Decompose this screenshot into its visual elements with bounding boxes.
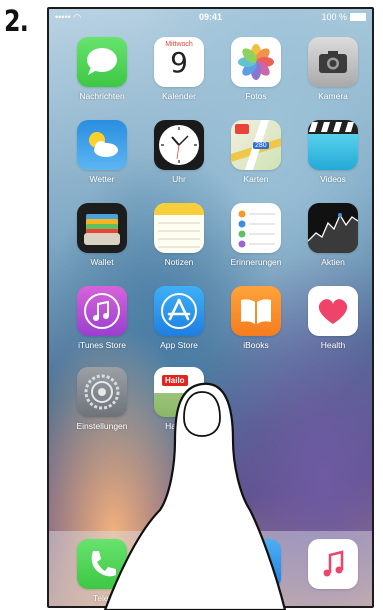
app-label: Kamera	[318, 91, 348, 101]
finger-tap-illustration	[103, 382, 287, 610]
weather-icon	[77, 120, 127, 170]
app-app-store[interactable]: App Store	[141, 286, 217, 350]
calendar-icon: Mittwoch 9	[154, 37, 204, 87]
app-wallet[interactable]: Wallet	[64, 203, 140, 267]
status-bar: ••••• ◠ 09:41 100 %	[49, 9, 372, 27]
notes-icon	[154, 203, 204, 253]
photos-icon	[231, 37, 281, 87]
app-erinnerungen[interactable]: Erinnerungen	[218, 203, 294, 267]
app-label: Health	[320, 340, 346, 350]
app-karten[interactable]: 280 Karten	[218, 120, 294, 184]
app-health[interactable]: Health	[295, 286, 371, 350]
app-label: Erinnerungen	[230, 257, 282, 267]
app-uhr[interactable]: Uhr	[141, 120, 217, 184]
app-label: Fotos	[245, 91, 267, 101]
app-label: Notizen	[164, 257, 194, 267]
app-label: Wallet	[90, 257, 114, 267]
app-nachrichten[interactable]: Nachrichten	[64, 37, 140, 101]
app-store-icon	[154, 286, 204, 336]
app-label: Karten	[243, 174, 269, 184]
camera-icon	[308, 37, 358, 87]
stocks-icon	[308, 203, 358, 253]
ibooks-icon	[231, 286, 281, 336]
app-wetter[interactable]: Wetter	[64, 120, 140, 184]
clock-icon	[154, 120, 204, 170]
app-label: Wetter	[89, 174, 115, 184]
battery-percent: 100 %	[321, 12, 347, 22]
app-notizen[interactable]: Notizen	[141, 203, 217, 267]
app-kalender[interactable]: Mittwoch 9 Kalender	[141, 37, 217, 101]
battery-icon	[350, 13, 366, 21]
app-label: Nachrichten	[79, 91, 125, 101]
fingernail-shape	[183, 391, 221, 437]
wallet-icon	[77, 203, 127, 253]
app-kamera[interactable]: Kamera	[295, 37, 371, 101]
app-label: Aktien	[321, 257, 345, 267]
health-icon	[308, 286, 358, 336]
app-ibooks[interactable]: iBooks	[218, 286, 294, 350]
app-aktien[interactable]: Aktien	[295, 203, 371, 267]
itunes-store-icon	[77, 286, 127, 336]
maps-icon: 280	[231, 120, 281, 170]
app-label: Kalender	[161, 91, 197, 101]
app-itunes-store[interactable]: iTunes Store	[64, 286, 140, 350]
app-videos[interactable]: Videos	[295, 120, 371, 184]
videos-icon	[308, 120, 358, 170]
app-fotos[interactable]: Fotos	[218, 37, 294, 101]
step-number: 2.	[4, 4, 29, 38]
app-label: iTunes Store	[78, 340, 126, 350]
messages-icon	[77, 37, 127, 87]
app-label: Uhr	[172, 174, 186, 184]
battery-indicator: 100 %	[321, 12, 366, 22]
reminders-icon	[231, 203, 281, 253]
app-label: App Store	[160, 340, 198, 350]
calendar-day: 9	[170, 46, 188, 79]
maps-shield-badge: 280	[253, 142, 269, 149]
app-label: iBooks	[243, 340, 269, 350]
app-label: Videos	[320, 174, 346, 184]
